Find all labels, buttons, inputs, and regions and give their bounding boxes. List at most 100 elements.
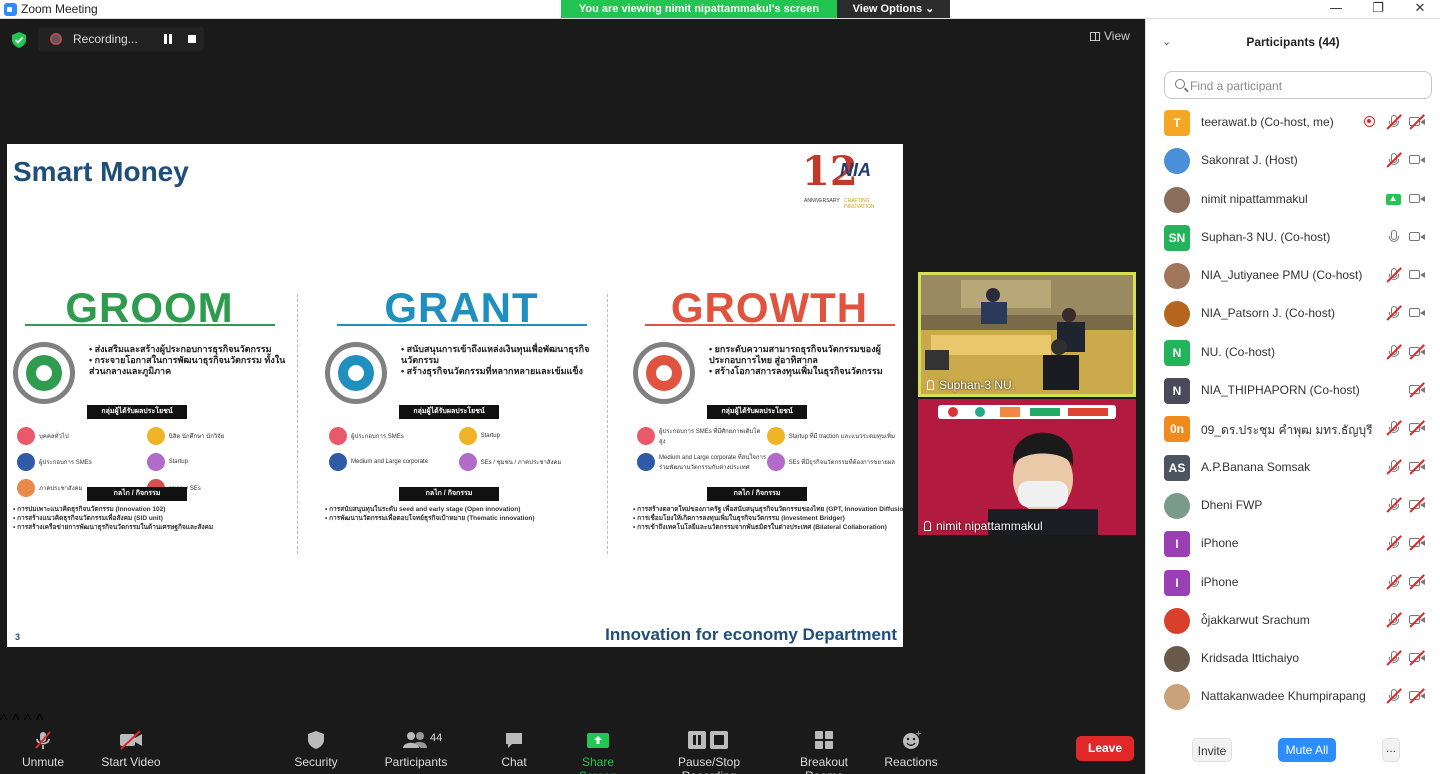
pillar-bullets: ส่งเสริมและสร้างผู้ประกอบการธุรกิจนวัตกร… — [89, 344, 289, 377]
participants-caret-icon[interactable]: ^ — [24, 712, 32, 729]
camera-off-icon[interactable] — [1409, 458, 1425, 475]
participant-row[interactable]: Nattakanwadee Khumpirapang — [1146, 678, 1440, 716]
leave-button[interactable]: Leave — [1076, 736, 1134, 761]
mic-muted-icon[interactable] — [1386, 458, 1402, 475]
camera-icon[interactable] — [1409, 306, 1425, 320]
mic-muted-icon[interactable] — [1386, 152, 1402, 168]
encryption-shield-icon[interactable] — [12, 32, 26, 48]
reactions-button[interactable]: + Reactions — [884, 729, 938, 769]
participant-row[interactable]: nimit nipattammakul — [1146, 181, 1440, 219]
mute-all-button[interactable]: Mute All — [1278, 738, 1336, 762]
beneficiary-label: Medium and Large corporate ที่สนใจการร่ว… — [659, 455, 767, 471]
participant-row[interactable]: ò̂jakkarwut Srachum — [1146, 602, 1440, 640]
beneficiary-avatar-icon — [17, 427, 35, 445]
chat-button[interactable]: Chat — [496, 730, 532, 769]
participant-search-input[interactable] — [1190, 76, 1425, 96]
camera-icon[interactable] — [1409, 230, 1425, 244]
breakout-rooms-button[interactable]: Breakout Rooms — [780, 730, 868, 774]
participant-row[interactable]: Sakonrat J. (Host) — [1146, 142, 1440, 180]
security-button[interactable]: Security — [290, 730, 342, 769]
pillar-bullets: สนับสนุนการเข้าถึงแหล่งเงินทุนเพื่อพัฒนา… — [401, 344, 601, 377]
participant-row[interactable]: IiPhone — [1146, 564, 1440, 602]
beneficiary-header: กลุ่มผู้ได้รับผลประโยชน์ — [399, 405, 499, 419]
mic-muted-icon[interactable] — [1386, 114, 1402, 130]
participant-avatar — [1164, 301, 1190, 328]
mic-muted-icon[interactable] — [1386, 650, 1402, 666]
camera-icon[interactable] — [1409, 268, 1425, 282]
beneficiary-item: ผู้ประกอบการ SMEs — [17, 452, 147, 472]
heading-underline — [25, 324, 275, 326]
mic-muted-icon[interactable] — [1386, 305, 1402, 321]
video-tile-suphan[interactable]: Suphan-3 NU. — [918, 272, 1136, 397]
participants-button[interactable]: 44 Participants — [380, 730, 452, 769]
video-options-caret-icon[interactable]: ^ — [12, 712, 20, 729]
maximize-button[interactable]: ❐ — [1356, 0, 1400, 19]
heading-underline — [337, 324, 587, 326]
beneficiary-label: นิสิต นักศึกษา นักวิจัย — [168, 434, 225, 440]
stop-recording-icon[interactable] — [188, 35, 196, 43]
start-video-button[interactable]: Start Video — [98, 730, 164, 769]
mic-muted-icon[interactable] — [1386, 688, 1402, 704]
camera-off-icon[interactable] — [1409, 114, 1425, 130]
camera-off-icon[interactable] — [1409, 573, 1425, 589]
participant-row[interactable]: AS A.P.Banana Somsak — [1146, 449, 1440, 487]
participant-name: 09_ดร.ประชุม คำพุฒ มทร.ธัญบุรี — [1201, 423, 1373, 438]
pause-stop-recording-button[interactable]: Pause/Stop Recording — [650, 730, 768, 774]
participant-row[interactable]: NIA_Patsorn J. (Co-host) — [1146, 295, 1440, 333]
mic-muted-icon[interactable] — [1386, 497, 1402, 513]
share-options-caret-icon[interactable]: ^ — [36, 712, 44, 729]
more-options-button[interactable]: ... — [1382, 738, 1400, 762]
participant-name: iPhone — [1201, 574, 1239, 589]
security-label: Security — [294, 755, 338, 769]
participant-avatar: SN — [1164, 224, 1190, 251]
screen-sharing-icon[interactable] — [1386, 192, 1402, 206]
share-screen-button[interactable]: Share Screen — [563, 730, 633, 774]
participant-search[interactable] — [1164, 71, 1432, 99]
camera-off-icon[interactable] — [1409, 612, 1425, 628]
close-button[interactable]: ✕ — [1398, 0, 1440, 19]
participant-row[interactable]: N NIA_THIPHAPORN (Co-host) — [1146, 372, 1440, 410]
start-video-label: Start Video — [101, 755, 161, 769]
view-layout-button[interactable]: View — [1090, 29, 1130, 43]
pause-recording-icon[interactable] — [163, 34, 173, 44]
zoom-logo-icon — [4, 3, 17, 16]
camera-off-icon[interactable] — [1409, 382, 1425, 398]
camera-icon[interactable] — [1409, 153, 1425, 167]
pillar-bullet: กระจายโอกาสในการพัฒนาธุรกิจนวัตกรรม ทั้ง… — [89, 355, 289, 377]
audio-options-caret-icon[interactable]: ^ — [0, 712, 8, 729]
camera-off-icon[interactable] — [1409, 343, 1425, 360]
participant-row[interactable]: IiPhone — [1146, 525, 1440, 563]
beneficiary-avatar-icon — [637, 453, 655, 471]
beneficiary-avatar-icon — [17, 453, 35, 471]
participant-row[interactable]: Tteerawat.b (Co-host, me) — [1146, 104, 1440, 142]
participant-row[interactable]: Dheni FWP — [1146, 487, 1440, 525]
camera-off-icon[interactable] — [1409, 420, 1425, 436]
mic-muted-icon[interactable] — [1386, 573, 1402, 589]
participant-avatar — [1164, 148, 1190, 175]
participant-row[interactable]: SN Suphan-3 NU. (Co-host) — [1146, 219, 1440, 257]
participant-row[interactable]: N NU. (Co-host) — [1146, 334, 1440, 372]
unmute-button[interactable]: Unmute — [18, 730, 68, 769]
participant-row[interactable]: 0n 09_ดร.ประชุม คำพุฒ มทร.ธัญบุรี — [1146, 410, 1440, 448]
mic-muted-icon[interactable] — [1386, 612, 1402, 628]
recording-indicator: Recording... — [38, 27, 204, 51]
camera-icon[interactable] — [1409, 192, 1425, 206]
mic-muted-icon[interactable] — [1386, 343, 1402, 360]
participant-row[interactable]: NIA_Jutiyanee PMU (Co-host) — [1146, 257, 1440, 295]
mic-muted-icon[interactable] — [1386, 267, 1402, 283]
mic-muted-icon[interactable] — [1386, 535, 1402, 551]
video-feed-presenter — [918, 399, 1136, 535]
mic-muted-icon[interactable] — [1386, 420, 1402, 436]
participant-row[interactable]: Kridsada Ittichaiyo — [1146, 640, 1440, 678]
video-tile-nimit[interactable]: nimit nipattammakul — [918, 399, 1136, 535]
invite-button[interactable]: Invite — [1192, 738, 1232, 762]
beneficiary-avatar-icon — [146, 453, 165, 471]
camera-off-icon[interactable] — [1409, 497, 1425, 513]
camera-off-icon[interactable] — [1409, 688, 1425, 704]
view-options-button[interactable]: View Options ⌄ — [837, 0, 950, 18]
mic-icon[interactable] — [1386, 229, 1402, 244]
pillar-bullets: ยกระดับความสามารถธุรกิจนวัตกรรมของผู้ประ… — [709, 344, 903, 377]
camera-off-icon[interactable] — [1409, 650, 1425, 666]
minimize-button[interactable]: — — [1314, 0, 1358, 19]
camera-off-icon[interactable] — [1409, 535, 1425, 551]
